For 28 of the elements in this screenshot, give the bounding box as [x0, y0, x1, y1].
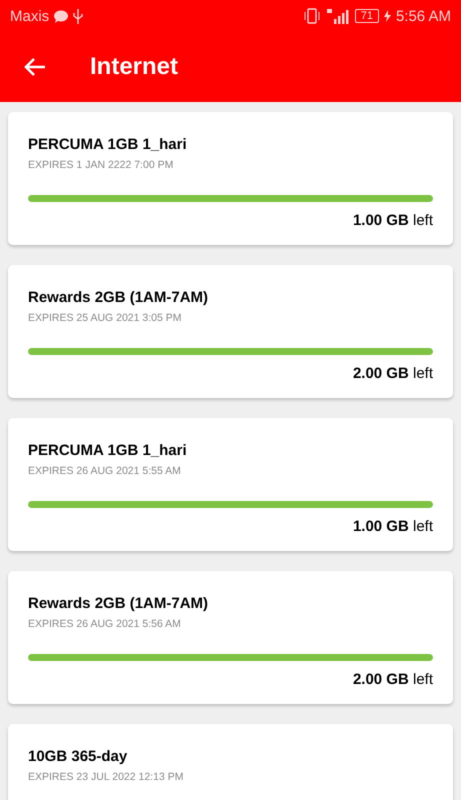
plan-name: 10GB 365-day: [28, 748, 128, 765]
page-title: Internet: [90, 53, 178, 81]
plan-name: PERCUMA 1GB 1_hari: [28, 442, 188, 459]
plan-card[interactable]: Rewards 2GB (1AM-7AM) EXPIRES 26 AUG 2021 5:56 AM 2.00 GB left: [8, 571, 453, 704]
carrier-name: Maxis: [10, 8, 50, 24]
data-remaining: 2.00 GB left: [352, 671, 433, 688]
plan-card[interactable]: PERCUMA 1GB 1_hari EXPIRES 1 JAN 2222 7:00 PM 1.00 GB left: [8, 112, 453, 245]
signal-icon: [326, 8, 350, 24]
plan-card[interactable]: 10GB 365-day EXPIRES 23 JUL 2022 12:13 PM: [8, 724, 453, 800]
expiry-date: EXPIRES 23 JUL 2022 12:13 PM: [28, 771, 184, 783]
expiry-date: EXPIRES 1 JAN 2222 7:00 PM: [28, 159, 174, 171]
charging-icon: [384, 10, 391, 22]
chat-bubble-icon: [54, 10, 68, 22]
plan-card[interactable]: PERCUMA 1GB 1_hari EXPIRES 26 AUG 2021 5:55 AM 1.00 GB left: [8, 418, 453, 551]
expiry-date: EXPIRES 25 AUG 2021 3:05 PM: [28, 312, 183, 324]
usb-icon: [73, 8, 84, 24]
battery-level: 71: [354, 9, 379, 23]
data-remaining: 1.00 GB left: [352, 518, 433, 535]
data-remaining: 2.00 GB left: [352, 365, 433, 382]
plan-name: Rewards 2GB (1AM-7AM): [28, 595, 210, 612]
expiry-date: EXPIRES 26 AUG 2021 5:56 AM: [28, 618, 182, 630]
plan-name: Rewards 2GB (1AM-7AM): [28, 289, 210, 306]
plan-name: PERCUMA 1GB 1_hari: [28, 136, 188, 153]
vibrate-icon: [302, 8, 321, 24]
expiry-date: EXPIRES 26 AUG 2021 5:55 AM: [28, 465, 182, 477]
data-remaining: 1.00 GB left: [352, 212, 433, 229]
clock-time: 5:56 AM: [396, 8, 451, 24]
plan-card[interactable]: Rewards 2GB (1AM-7AM) EXPIRES 25 AUG 2021 3:05 PM 2.00 GB left: [8, 265, 453, 398]
